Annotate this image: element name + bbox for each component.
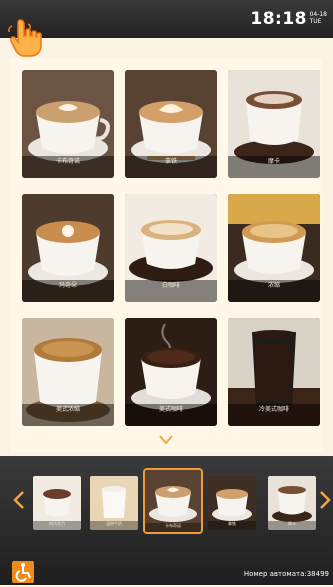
carousel-label: 摩卡 <box>268 521 316 530</box>
carousel-item-cappuccino[interactable]: 卡布奇诺 <box>143 468 203 534</box>
drink-tile-macchiato[interactable]: 玛奇朵 <box>22 194 114 302</box>
drink-label: 摩卡 <box>228 156 320 178</box>
drink-tile-cappuccino[interactable]: 卡布奇诺 <box>22 70 114 178</box>
date-weekday: TUE <box>309 18 322 25</box>
drink-tile-iced-americano[interactable]: 冷美式咖啡 <box>228 318 320 426</box>
carousel-label: 卡布奇诺 <box>145 523 201 532</box>
drink-label: 冷美式咖啡 <box>228 404 320 426</box>
drink-label: 拿铁 <box>125 156 217 178</box>
chevron-right-icon[interactable] <box>318 490 332 510</box>
drink-label: 浓缩 <box>228 280 320 302</box>
drink-label: 玛奇朵 <box>22 280 114 302</box>
hand-pointer-icon <box>8 19 42 57</box>
drink-tile-white-coffee[interactable]: 白咖啡 <box>125 194 217 302</box>
carousel-item-warm-milk[interactable]: 温热牛奶 <box>90 476 138 530</box>
machine-number: Номер автомата:38499 <box>243 570 329 578</box>
drink-label: 美式浓缩 <box>22 404 114 426</box>
chevron-left-icon[interactable] <box>12 490 26 510</box>
accessibility-button[interactable] <box>12 561 34 583</box>
carousel-label: 温热牛奶 <box>90 521 138 530</box>
carousel-item-latte[interactable]: 拿铁 <box>208 476 256 530</box>
carousel-label: 热巧克力 <box>33 521 81 530</box>
clock-time: 18:18 <box>250 9 307 29</box>
drink-label: 白咖啡 <box>125 280 217 302</box>
chevron-down-icon[interactable] <box>159 434 173 446</box>
drink-tile-espresso[interactable]: 浓缩 <box>228 194 320 302</box>
drink-tile-mocha[interactable]: 摩卡 <box>228 70 320 178</box>
carousel-item-hot-chocolate[interactable]: 热巧克力 <box>33 476 81 530</box>
carousel-item-mocha[interactable]: 摩卡 <box>268 476 316 530</box>
drink-label: 卡布奇诺 <box>22 156 114 178</box>
clock-date: 04-18 TUE <box>310 11 327 25</box>
drink-label: 美式咖啡 <box>125 404 217 426</box>
carousel-label: 拿铁 <box>208 521 256 530</box>
drink-tile-americano[interactable]: 美式咖啡 <box>125 318 217 426</box>
wheelchair-icon <box>15 563 31 582</box>
drink-tile-latte[interactable]: 拿铁 <box>125 70 217 178</box>
drink-tile-americano-espresso[interactable]: 美式浓缩 <box>22 318 114 426</box>
date-number: 04-18 <box>309 11 327 18</box>
